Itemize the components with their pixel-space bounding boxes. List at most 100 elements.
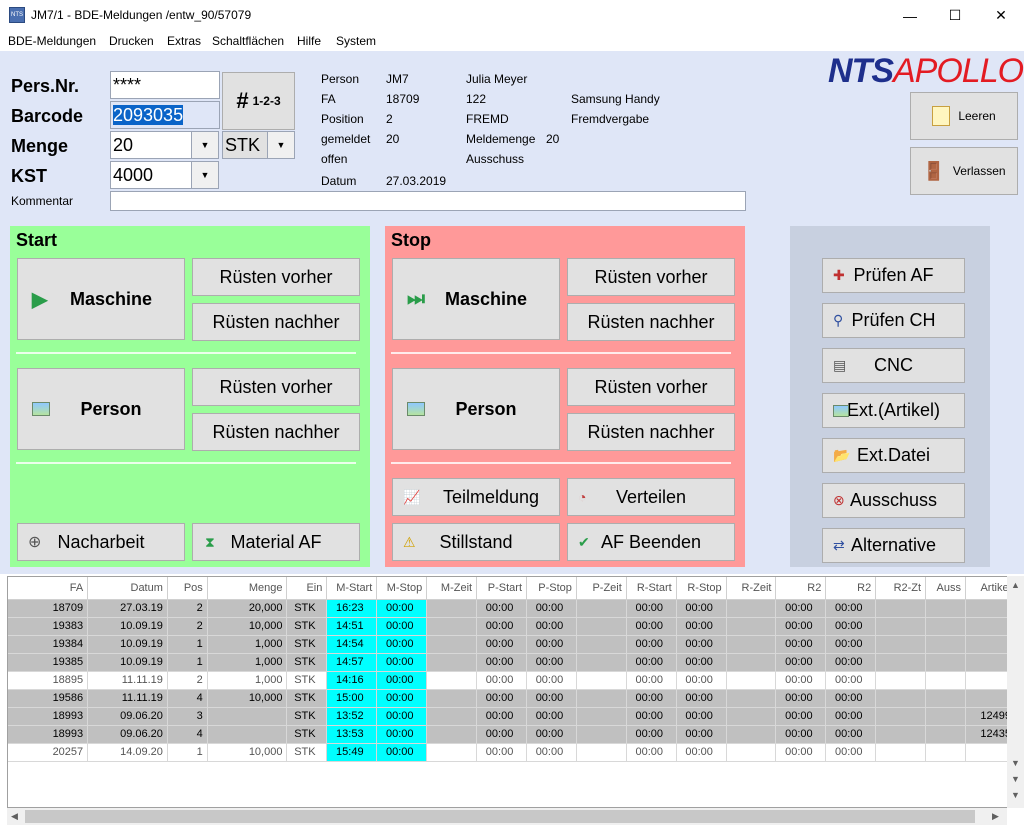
horizontal-scrollbar[interactable]: ◀ ▶ [7, 808, 1007, 825]
unit-dropdown[interactable]: ▼ [267, 131, 295, 159]
unit-select[interactable]: STK [222, 131, 268, 159]
table-cell: 20257 [8, 743, 89, 762]
table-cell: 00:00 [476, 725, 527, 744]
kst-input[interactable]: 4000 [110, 161, 192, 189]
column-header[interactable]: Pos [167, 577, 208, 600]
start-person-ruesten-nachher-button[interactable]: Rüsten nachher [192, 413, 360, 451]
kst-dropdown[interactable]: ▼ [191, 161, 219, 189]
stop-person-ruesten-nachher-button[interactable]: Rüsten nachher [567, 413, 735, 451]
column-header[interactable]: Ein [286, 577, 328, 600]
barcode-input[interactable]: 2093035 [110, 101, 220, 129]
leeren-button[interactable]: Leeren [910, 92, 1018, 140]
menu-extras[interactable]: Extras [167, 34, 201, 48]
column-header[interactable]: P-Start [476, 577, 527, 600]
pruefen-af-button[interactable]: ✚ Prüfen AF [822, 258, 965, 293]
vertical-scrollbar[interactable]: ▲ ▼ ▼ ▼ [1007, 576, 1024, 808]
bde-table[interactable]: FA Datum Pos Menge Ein M-Start M-Stop M-Zeit P-S… [7, 576, 1017, 808]
scroll-down-icon[interactable]: ▼ [1011, 758, 1020, 768]
column-header[interactable]: Datum [87, 577, 168, 600]
table-cell: 00:00 [676, 743, 727, 762]
stop-maschine-button[interactable]: ⏭ Maschine [392, 258, 560, 340]
maximize-button[interactable]: ☐ [932, 0, 978, 31]
scroll-down-icon[interactable]: ▼ [1011, 774, 1020, 784]
stop-person-button[interactable]: Person [392, 368, 560, 450]
minimize-button[interactable]: — [887, 0, 933, 31]
column-header[interactable]: R-Start [626, 577, 677, 600]
scroll-down-icon[interactable]: ▼ [1011, 790, 1020, 800]
table-row[interactable]: 18895 11.11.19 2 1,000 STK 14:16 00:00 00:00 00:… [8, 671, 1016, 690]
column-header[interactable]: M-Zeit [426, 577, 478, 600]
start-maschine-ruesten-nachher-button[interactable]: Rüsten nachher [192, 303, 360, 341]
column-header[interactable]: M-Start [326, 577, 378, 600]
table-cell [875, 671, 927, 690]
table-cell: 00:00 [825, 617, 877, 636]
column-header[interactable]: Menge [207, 577, 288, 600]
table-row[interactable]: 19383 10.09.19 2 10,000 STK 14:51 00:00 00:00 00… [8, 617, 1016, 636]
verlassen-button[interactable]: 🚪 Verlassen [910, 147, 1018, 195]
close-button[interactable]: ✕ [978, 0, 1024, 31]
table-row[interactable]: 18709 27.03.19 2 20,000 STK 16:23 00:00 00:00 00… [8, 599, 1016, 618]
kommentar-input[interactable] [110, 191, 746, 211]
stop-maschine-ruesten-nachher-button[interactable]: Rüsten nachher [567, 303, 735, 341]
column-header[interactable]: R2 [775, 577, 827, 600]
cnc-button[interactable]: ▤ CNC [822, 348, 965, 383]
start-person-ruesten-vorher-button[interactable]: Rüsten vorher [192, 368, 360, 406]
column-header[interactable]: P-Zeit [576, 577, 627, 600]
table-cell: 00:00 [676, 599, 727, 618]
column-header[interactable]: FA [8, 577, 89, 600]
menu-hilfe[interactable]: Hilfe [297, 34, 321, 48]
table-cell: 00:00 [526, 689, 577, 708]
column-header[interactable]: M-Stop [376, 577, 428, 600]
stop-person-ruesten-vorher-button[interactable]: Rüsten vorher [567, 368, 735, 406]
teilmeldung-button[interactable]: 📈 Teilmeldung [392, 478, 560, 516]
table-cell: 00:00 [825, 689, 877, 708]
table-cell: 00:00 [626, 725, 677, 744]
table-row[interactable]: 20257 14.09.20 1 10,000 STK 15:49 00:00 00:00 00… [8, 743, 1016, 762]
table-cell: 00:00 [825, 743, 877, 762]
pruefen-ch-button[interactable]: ⚲ Prüfen CH [822, 303, 965, 338]
start-maschine-ruesten-vorher-button[interactable]: Rüsten vorher [192, 258, 360, 296]
menge-input[interactable]: 20 [110, 131, 192, 159]
menu-bde-meldungen[interactable]: BDE-Meldungen [8, 34, 96, 48]
ausschuss-button[interactable]: ⊗ Ausschuss [822, 483, 965, 518]
ext-datei-button[interactable]: 📂 Ext.Datei [822, 438, 965, 473]
menu-system[interactable]: System [336, 34, 376, 48]
persnr-input[interactable]: **** [110, 71, 220, 99]
table-cell: 00:00 [626, 707, 677, 726]
scroll-left-icon[interactable]: ◀ [11, 811, 18, 822]
verteilen-button[interactable]: ◔ Verteilen [567, 478, 735, 516]
table-row[interactable]: 19384 10.09.19 1 1,000 STK 14:54 00:00 00:00 00:… [8, 635, 1016, 654]
ext-artikel-button[interactable]: Ext.(Artikel) [822, 393, 965, 428]
nacharbeit-button[interactable]: ⊕ Nacharbeit [17, 523, 185, 561]
menge-dropdown[interactable]: ▼ [191, 131, 219, 159]
column-header[interactable]: Auss [925, 577, 966, 600]
start-panel: Start ▶ Maschine Rüsten vorher Rüsten nac… [10, 226, 370, 567]
scroll-up-icon[interactable]: ▲ [1011, 580, 1020, 590]
stillstand-button[interactable]: ⚠ Stillstand [392, 523, 560, 561]
scroll-thumb[interactable] [25, 810, 975, 823]
table-row[interactable]: 18993 09.06.20 3 STK 13:52 00:00 00:00 00:00 00:… [8, 707, 1016, 726]
menu-schaltflaechen[interactable]: Schaltflächen [212, 34, 284, 48]
info-ausschuss-label: Ausschuss [466, 152, 525, 166]
start-person-button[interactable]: Person [17, 368, 185, 450]
column-header[interactable]: P-Stop [526, 577, 577, 600]
column-header[interactable]: R-Zeit [726, 577, 777, 600]
table-cell [726, 653, 777, 672]
info-fa-label: FA [321, 92, 336, 106]
table-cell: 00:00 [376, 635, 428, 654]
start-maschine-button[interactable]: ▶ Maschine [17, 258, 185, 340]
table-row[interactable]: 18993 09.06.20 4 STK 13:53 00:00 00:00 00:00 00:… [8, 725, 1016, 744]
column-header[interactable]: R2-Zt [875, 577, 927, 600]
menu-drucken[interactable]: Drucken [109, 34, 154, 48]
scroll-right-icon[interactable]: ▶ [992, 811, 999, 822]
column-header[interactable]: R-Stop [676, 577, 727, 600]
barcode-value: 2093035 [113, 105, 184, 125]
column-header[interactable]: R2 [825, 577, 877, 600]
table-row[interactable]: 19586 11.11.19 4 10,000 STK 15:00 00:00 00:00 00… [8, 689, 1016, 708]
alternative-button[interactable]: ⇄ Alternative [822, 528, 965, 563]
material-af-button[interactable]: ⧗ Material AF [192, 523, 360, 561]
counter-button[interactable]: #1-2-3 [222, 72, 295, 130]
table-row[interactable]: 19385 10.09.19 1 1,000 STK 14:57 00:00 00:00 00:… [8, 653, 1016, 672]
stop-maschine-ruesten-vorher-button[interactable]: Rüsten vorher [567, 258, 735, 296]
af-beenden-button[interactable]: ✔ AF Beenden [567, 523, 735, 561]
